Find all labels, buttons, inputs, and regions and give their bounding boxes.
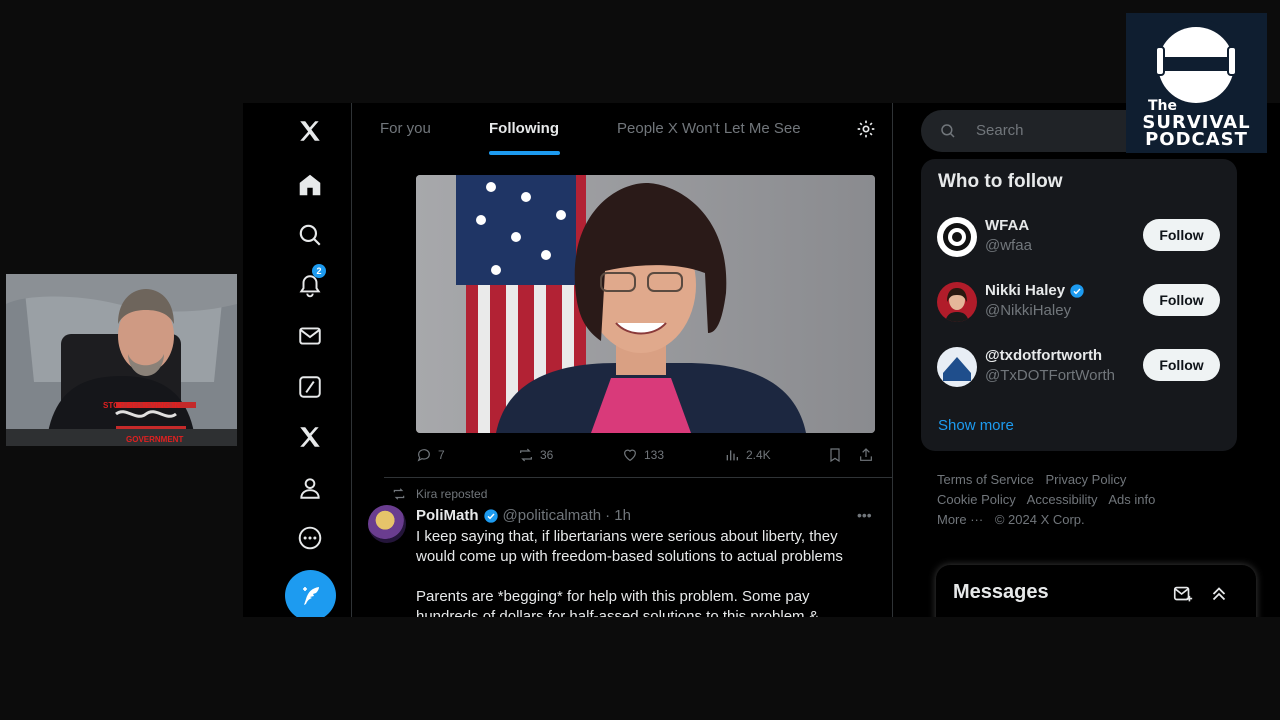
footer-link-ads[interactable]: Ads info <box>1108 492 1155 507</box>
tweet-text-line: would come up with freedom-based solutio… <box>416 548 843 565</box>
tweet-time[interactable]: · 1h <box>605 507 631 524</box>
account-handle[interactable]: @TxDOTFortWorth <box>985 367 1115 384</box>
avatar[interactable] <box>937 282 977 322</box>
account-name[interactable]: @txdotfortworth <box>985 347 1102 364</box>
tweet-divider <box>384 477 892 478</box>
tweet-more-icon[interactable]: ••• <box>857 507 872 523</box>
more-options-icon[interactable] <box>291 519 329 557</box>
main-timeline: For you Following People X Won't Let Me … <box>352 103 893 617</box>
messages-drawer[interactable]: Messages <box>936 565 1256 617</box>
tab-for-you[interactable]: For you <box>380 120 431 137</box>
reply-bubble-icon <box>417 449 430 462</box>
footer-link-more[interactable]: More ··· <box>937 512 983 527</box>
repost-arrows-icon <box>393 488 405 500</box>
shirt-text-top: STOP BELIEVING IN <box>103 401 181 410</box>
who-to-follow-panel: Who to follow WFAA @wfaa Follow Nikki Ha… <box>921 159 1237 451</box>
x-app-window: 2 For you Following People X Won't Let M… <box>243 103 1280 617</box>
author-name[interactable]: PoliMath <box>416 507 479 524</box>
tweet-text-line: Parents are *begging* for help with this… <box>416 588 810 605</box>
like-button[interactable]: 133 <box>622 447 664 463</box>
tweet-header: PoliMath @politicalmath · 1h <box>416 507 631 524</box>
tab-people-x-wont-let-me-see[interactable]: People X Won't Let Me See <box>617 120 801 137</box>
account-handle[interactable]: @NikkiHaley <box>985 302 1071 319</box>
footer-links: Terms of Service Privacy Policy Cookie P… <box>937 470 1197 530</box>
bookmark-icon <box>830 448 840 463</box>
heart-icon <box>624 449 636 462</box>
notification-count-badge: 2 <box>312 264 326 278</box>
repost-context: Kira reposted <box>392 487 487 501</box>
follow-button[interactable]: Follow <box>1143 219 1220 251</box>
list-item[interactable]: Nikki Haley @NikkiHaley Follow <box>921 282 1237 344</box>
helmet-mascot-icon <box>1153 18 1239 103</box>
webcam-overlay: STOP BELIEVING IN GOVERNMENT <box>6 274 237 446</box>
avatar[interactable] <box>937 217 977 257</box>
account-name[interactable]: WFAA <box>985 217 1029 234</box>
portrait-photo <box>416 175 875 433</box>
left-nav: 2 <box>243 103 352 617</box>
like-count: 133 <box>644 448 665 462</box>
logo-text-podcast: PODCAST <box>1145 129 1248 150</box>
tweet-media-image[interactable] <box>416 175 875 433</box>
search-placeholder: Search <box>976 122 1024 139</box>
verified-badge-icon <box>483 508 498 523</box>
who-to-follow-title: Who to follow <box>938 171 1063 192</box>
compose-post-button[interactable] <box>285 570 336 617</box>
views-button[interactable]: 2.4K <box>724 447 771 463</box>
search-box[interactable]: Search <box>921 110 1151 152</box>
repost-button[interactable]: 36 <box>518 447 553 463</box>
list-item[interactable]: @txdotfortworth @TxDOTFortWorth Follow <box>921 347 1237 409</box>
footer-link-cookie[interactable]: Cookie Policy <box>937 492 1016 507</box>
messages-envelope-icon[interactable] <box>291 317 329 355</box>
tab-following[interactable]: Following <box>489 120 559 137</box>
footer-link-terms[interactable]: Terms of Service <box>937 472 1034 487</box>
share-upload-icon <box>860 448 872 461</box>
views-count: 2.4K <box>746 448 771 462</box>
profile-icon[interactable] <box>291 469 329 507</box>
tweet-text-line: hundreds of dollars for half-assed solut… <box>416 608 819 617</box>
survival-podcast-logo: The SURVIVAL PODCAST <box>1126 13 1267 153</box>
avatar[interactable] <box>368 505 406 543</box>
verified-badge-icon <box>1070 283 1084 298</box>
follow-button[interactable]: Follow <box>1143 349 1220 381</box>
footer-link-accessibility[interactable]: Accessibility <box>1027 492 1098 507</box>
list-item[interactable]: WFAA @wfaa Follow <box>921 217 1237 279</box>
show-more-link[interactable]: Show more <box>938 417 1014 434</box>
timeline-tabs: For you Following People X Won't Let Me … <box>352 103 892 155</box>
reply-button[interactable]: 7 <box>416 447 445 463</box>
share-button[interactable] <box>858 447 874 463</box>
grok-icon[interactable] <box>291 368 329 406</box>
follow-button[interactable]: Follow <box>1143 284 1220 316</box>
shirt-text-bottom: GOVERNMENT <box>126 435 184 444</box>
presenter-video <box>6 274 237 446</box>
avatar[interactable] <box>937 347 977 387</box>
account-name[interactable]: Nikki Haley <box>985 282 1085 299</box>
active-tab-indicator <box>489 151 560 155</box>
bookmark-button[interactable] <box>827 447 843 463</box>
footer-link-privacy[interactable]: Privacy Policy <box>1045 472 1126 487</box>
premium-x-icon[interactable] <box>291 418 329 456</box>
footer-copyright: © 2024 X Corp. <box>994 512 1085 527</box>
messages-title: Messages <box>953 581 1049 603</box>
repost-count: 36 <box>540 448 554 462</box>
search-icon <box>941 124 955 138</box>
reply-count: 7 <box>438 448 445 462</box>
search-icon[interactable] <box>291 216 329 254</box>
account-handle[interactable]: @wfaa <box>985 237 1032 254</box>
home-icon[interactable] <box>291 166 329 204</box>
repost-arrows-icon <box>520 448 532 462</box>
notifications-bell-icon[interactable]: 2 <box>291 264 329 305</box>
timeline-settings-gear-icon[interactable] <box>856 119 876 139</box>
feather-quill-icon <box>302 586 319 605</box>
repost-label[interactable]: Kira reposted <box>416 487 487 501</box>
x-logo-icon[interactable] <box>291 112 329 150</box>
views-bar-chart-icon <box>726 450 738 461</box>
author-handle[interactable]: @politicalmath <box>503 507 602 524</box>
tweet-text-line: I keep saying that, if libertarians were… <box>416 528 838 545</box>
expand-chevrons-up-icon[interactable] <box>1208 583 1230 605</box>
new-message-icon[interactable] <box>1172 583 1194 605</box>
